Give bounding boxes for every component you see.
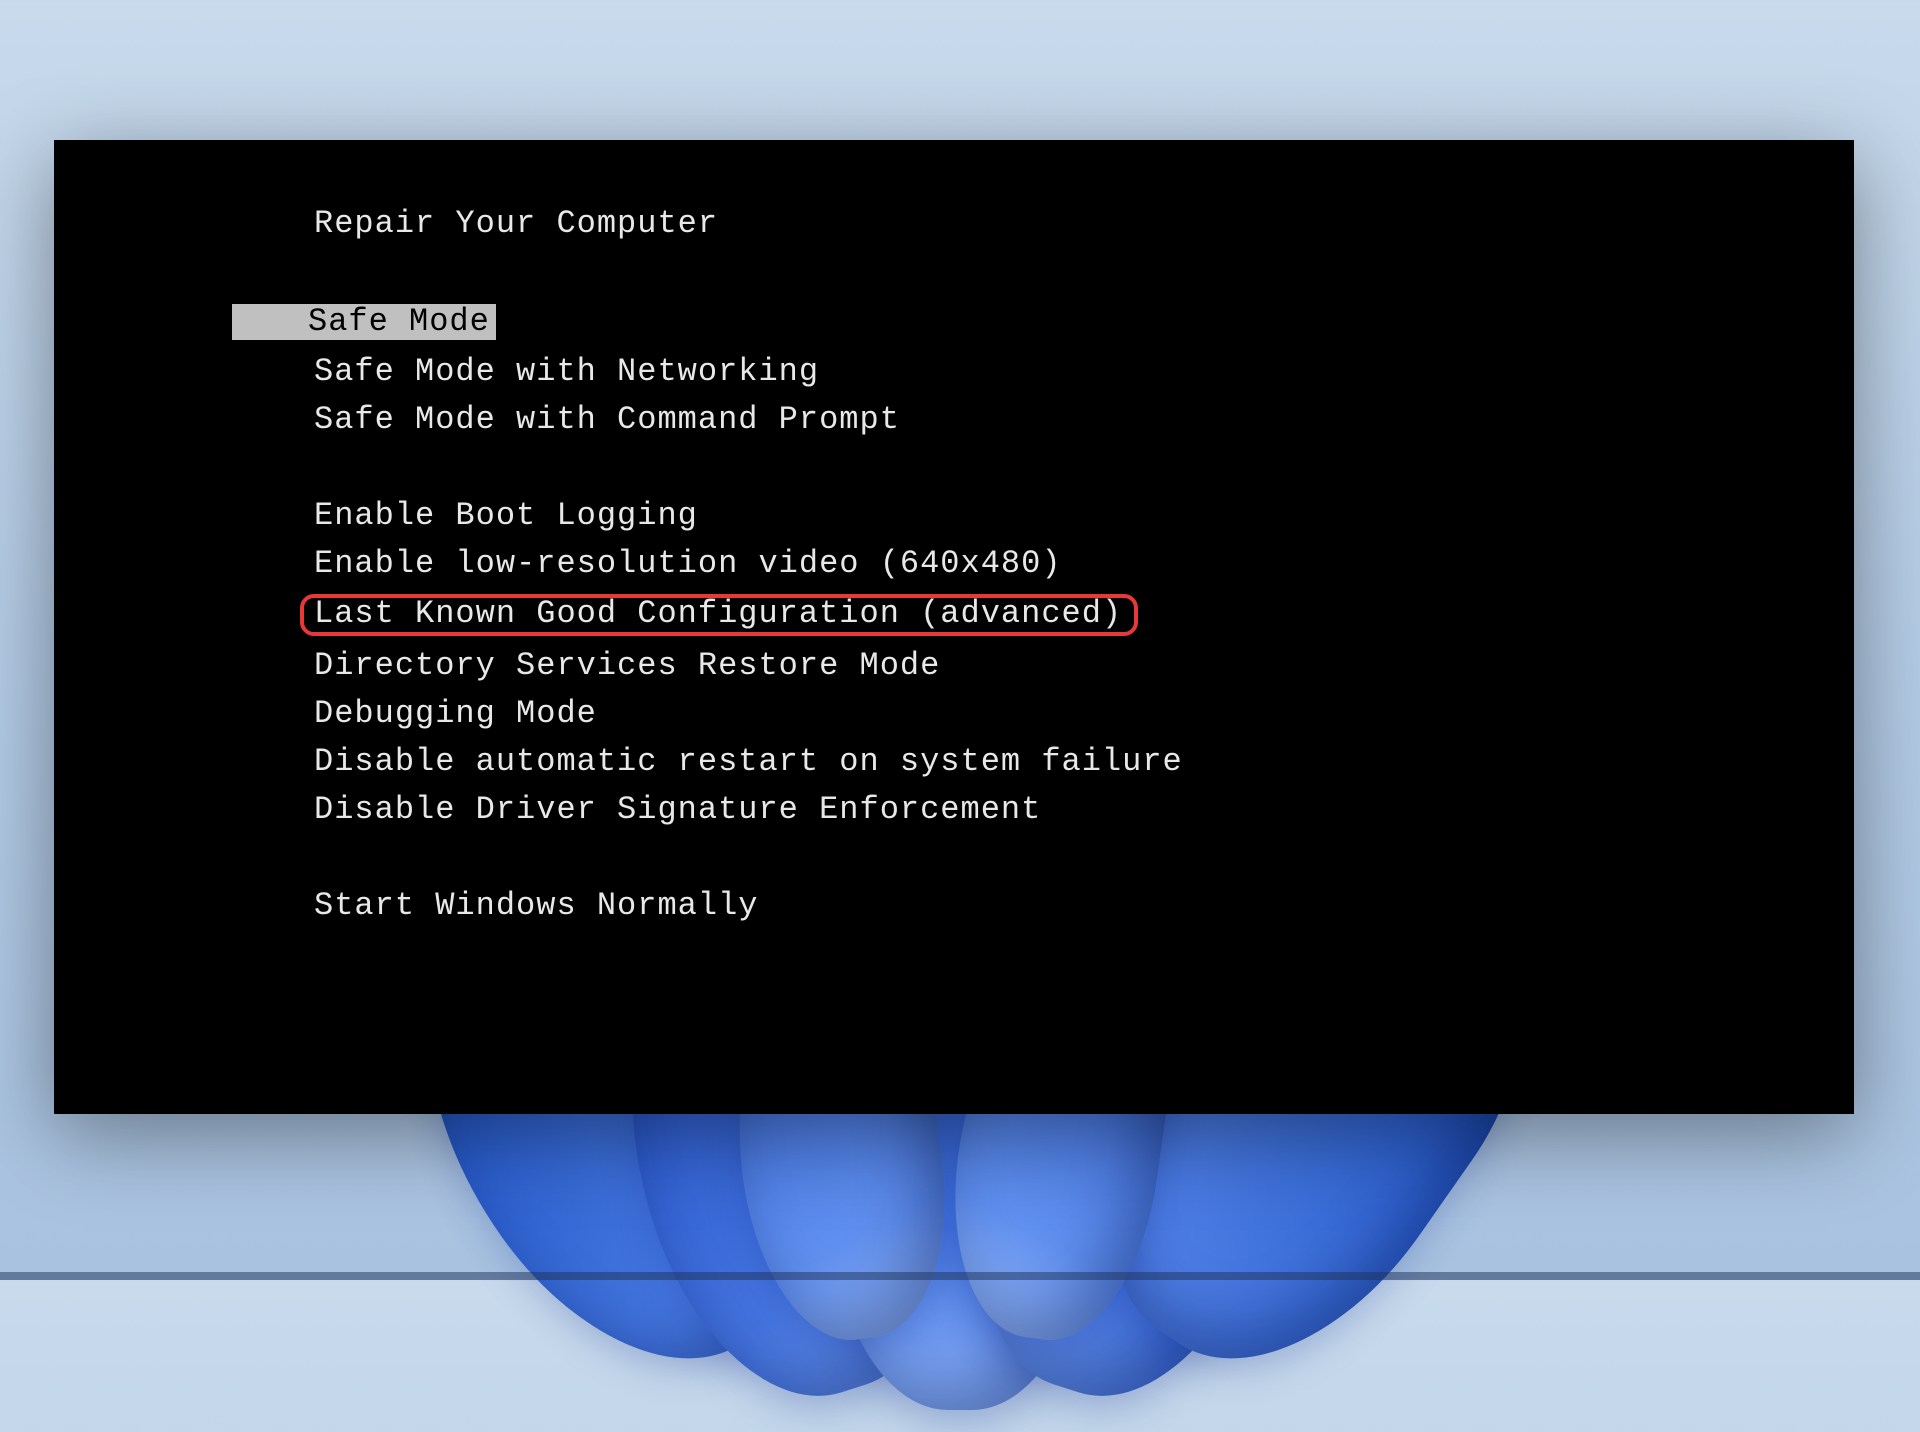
option-disable-automatic-restart[interactable]: Disable automatic restart on system fail… — [54, 738, 1854, 786]
option-start-windows-normally[interactable]: Start Windows Normally — [54, 882, 1854, 930]
spacer — [54, 834, 1854, 882]
option-last-known-good-config[interactable]: Last Known Good Configuration (advanced) — [54, 588, 1854, 642]
option-debugging-mode[interactable]: Debugging Mode — [54, 690, 1854, 738]
selected-highlight: Safe Mode — [232, 304, 496, 340]
option-safe-mode-networking[interactable]: Safe Mode with Networking — [54, 348, 1854, 396]
option-disable-driver-signature[interactable]: Disable Driver Signature Enforcement — [54, 786, 1854, 834]
option-enable-boot-logging[interactable]: Enable Boot Logging — [54, 492, 1854, 540]
spacer — [54, 444, 1854, 492]
taskbar-edge — [0, 1272, 1920, 1280]
option-directory-services-restore[interactable]: Directory Services Restore Mode — [54, 642, 1854, 690]
boot-header: Repair Your Computer — [54, 200, 1854, 248]
spacer — [54, 248, 1854, 296]
option-safe-mode[interactable]: Safe Mode — [54, 296, 1854, 348]
option-low-resolution-video[interactable]: Enable low-resolution video (640x480) — [54, 540, 1854, 588]
option-safe-mode-command-prompt[interactable]: Safe Mode with Command Prompt — [54, 396, 1854, 444]
advanced-boot-options-screen: Repair Your Computer Safe Mode Safe Mode… — [54, 140, 1854, 1114]
annotation-highlight-box: Last Known Good Configuration (advanced) — [300, 594, 1138, 636]
